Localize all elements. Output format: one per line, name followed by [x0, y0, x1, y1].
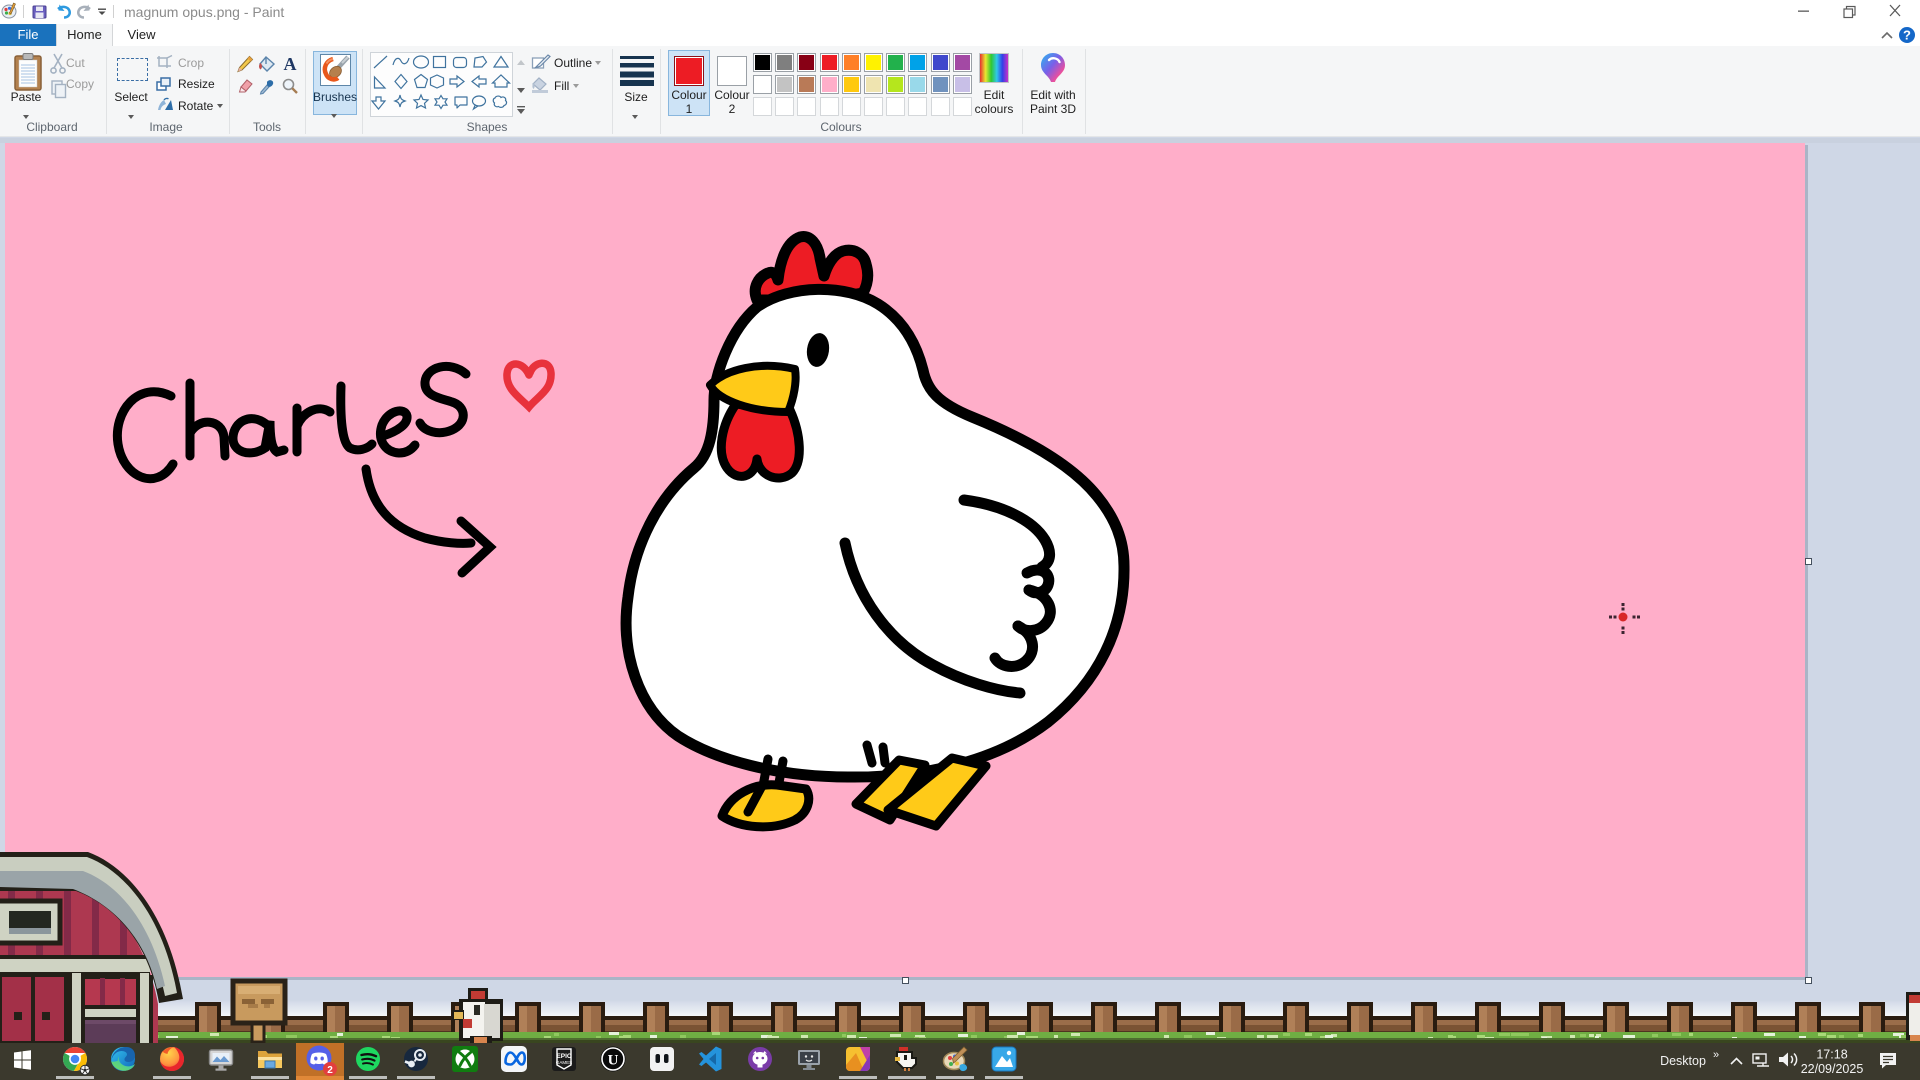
svg-text:EPIC: EPIC — [556, 1053, 571, 1060]
svg-text:2: 2 — [327, 1065, 333, 1076]
svg-text:17:18: 17:18 — [1816, 1048, 1847, 1062]
svg-text:GAMES: GAMES — [556, 1060, 572, 1065]
svg-text:22/09/2025: 22/09/2025 — [1801, 1062, 1864, 1076]
svg-text:?: ? — [1903, 28, 1911, 43]
svg-text:»: » — [1713, 1049, 1719, 1061]
svg-text:Desktop: Desktop — [1660, 1054, 1706, 1068]
svg-text:A: A — [284, 54, 297, 74]
svg-text:U: U — [608, 1053, 619, 1069]
